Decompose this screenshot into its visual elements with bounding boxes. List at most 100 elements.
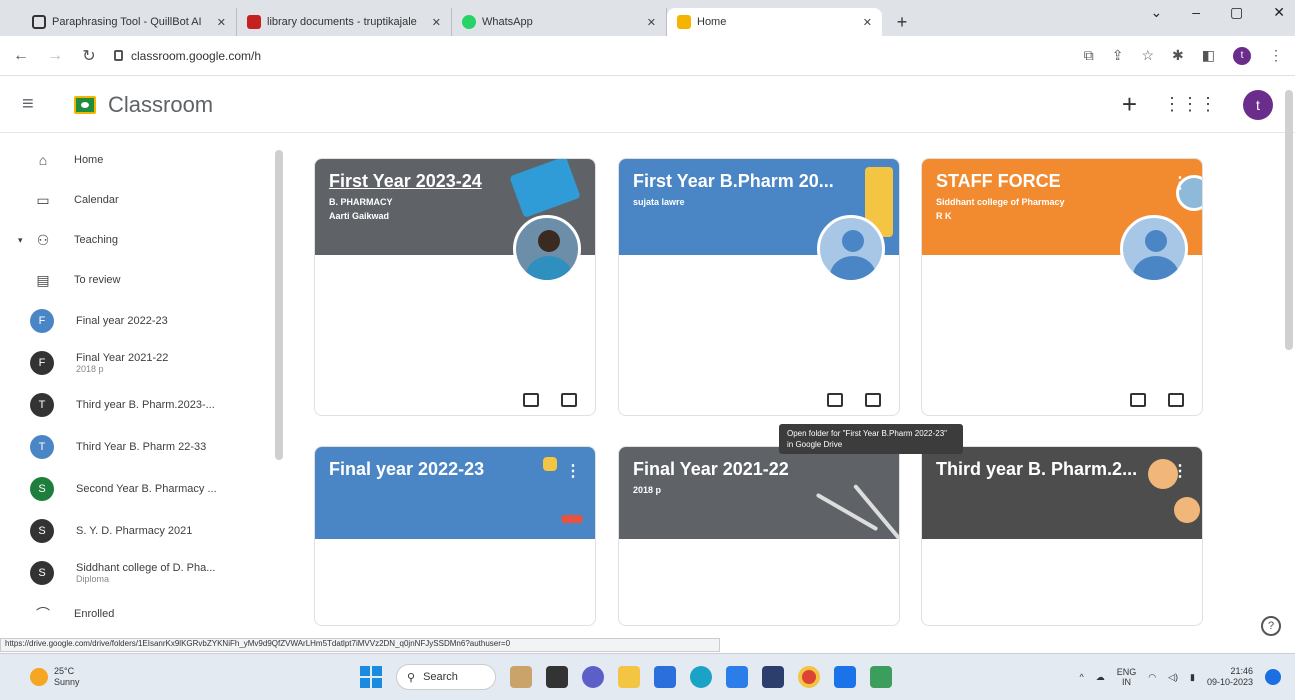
- app-icon[interactable]: [834, 666, 856, 688]
- class-card[interactable]: First Year B.Pharm 20... sujata lawre: [618, 158, 900, 416]
- back-button[interactable]: ←: [12, 47, 30, 65]
- forward-button[interactable]: →: [46, 47, 64, 65]
- sidebar-item-teaching[interactable]: ▾ ⚇ Teaching: [0, 220, 285, 260]
- classroom-header: ≡ Classroom + ⋮⋮⋮ t: [0, 77, 1295, 133]
- class-card[interactable]: Final Year 2021-22 2018 p: [618, 446, 900, 626]
- create-join-class-icon[interactable]: +: [1122, 89, 1137, 120]
- browser-toolbar-icons: ⧉ ⇪ ☆ ✱ ◧ t ⋮: [1084, 46, 1283, 65]
- gradebook-icon[interactable]: [1130, 393, 1146, 407]
- clock-date: 09-10-2023: [1206, 677, 1253, 687]
- photos-icon[interactable]: [762, 666, 784, 688]
- chrome-menu-icon[interactable]: ⋮: [1269, 47, 1283, 64]
- class-initial-avatar: S: [30, 477, 54, 501]
- tab-search-icon[interactable]: ⌄: [1151, 4, 1163, 21]
- show-hidden-icons-icon[interactable]: ^: [1079, 672, 1083, 682]
- new-tab-button[interactable]: +: [888, 8, 916, 36]
- class-card-title[interactable]: STAFF FORCE: [936, 171, 1188, 192]
- task-view-icon[interactable]: [546, 666, 568, 688]
- class-card-banner[interactable]: ⋮ Third year B. Pharm.2...: [922, 447, 1202, 539]
- close-window-button[interactable]: ✕: [1273, 4, 1285, 21]
- browser-tab[interactable]: Paraphrasing Tool - QuillBot AI ✕: [22, 8, 237, 36]
- gradebook-icon[interactable]: [827, 393, 843, 407]
- sidepanel-icon[interactable]: ◧: [1202, 47, 1215, 64]
- reload-button[interactable]: ↻: [80, 46, 98, 66]
- sidebar-class-item[interactable]: T Third Year B. Pharm 22-33: [0, 426, 285, 468]
- class-card-title[interactable]: First Year B.Pharm 20...: [633, 171, 885, 192]
- profile-avatar-small[interactable]: t: [1233, 46, 1251, 65]
- wifi-icon[interactable]: ◠: [1148, 672, 1156, 683]
- store-icon[interactable]: [726, 666, 748, 688]
- battery-icon[interactable]: ▮: [1190, 672, 1195, 683]
- sidebar-item-enrolled[interactable]: ⌒ Enrolled: [0, 594, 285, 634]
- help-icon[interactable]: ?: [1261, 616, 1281, 636]
- class-card[interactable]: ⋮ STAFF FORCE Siddhant college of Pharma…: [921, 158, 1203, 416]
- app-icon[interactable]: [870, 666, 892, 688]
- onedrive-icon[interactable]: ☁: [1096, 672, 1105, 683]
- teams-icon[interactable]: [654, 666, 676, 688]
- file-explorer-icon[interactable]: [618, 666, 640, 688]
- page-scrollbar[interactable]: [1285, 90, 1293, 350]
- clock[interactable]: 21:46 09-10-2023: [1207, 666, 1253, 688]
- main-menu-icon[interactable]: ≡: [22, 93, 44, 116]
- close-tab-icon[interactable]: ✕: [863, 16, 872, 29]
- google-apps-icon[interactable]: ⋮⋮⋮: [1163, 94, 1217, 115]
- sidebar-item-home[interactable]: ⌂ Home: [0, 140, 285, 180]
- drive-folder-tooltip: Open folder for "First Year B.Pharm 2022…: [779, 424, 963, 454]
- class-card-banner[interactable]: Final Year 2021-22 2018 p: [619, 447, 899, 541]
- weather-temp: 25°C: [54, 666, 75, 676]
- gradebook-icon[interactable]: [523, 393, 539, 407]
- more-options-icon[interactable]: ⋮: [1172, 173, 1188, 193]
- sidebar-item-to-review[interactable]: ▤ To review: [0, 260, 285, 300]
- sidebar-class-item[interactable]: S S. Y. D. Pharmacy 2021: [0, 510, 285, 552]
- class-card-section: 2018 p: [633, 485, 662, 495]
- url-field[interactable]: classroom.google.com/h: [114, 42, 1068, 70]
- taskbar-search[interactable]: ⚲ Search: [396, 664, 496, 690]
- share-icon[interactable]: ⇪: [1112, 47, 1124, 64]
- sidebar-class-item[interactable]: F Final Year 2021-22 2018 p: [0, 342, 285, 384]
- sidebar-class-item[interactable]: S Siddhant college of D. Pha... Diploma: [0, 552, 285, 594]
- language-indicator[interactable]: ENG IN: [1117, 667, 1137, 687]
- drive-folder-icon[interactable]: [865, 393, 881, 407]
- drive-folder-icon[interactable]: [1168, 393, 1184, 407]
- close-tab-icon[interactable]: ✕: [217, 16, 226, 29]
- classroom-logo-icon[interactable]: [74, 95, 96, 114]
- maximize-button[interactable]: ▢: [1230, 4, 1243, 21]
- class-card-title[interactable]: Final Year 2021-22: [633, 459, 885, 480]
- account-avatar[interactable]: t: [1243, 89, 1273, 120]
- widgets-app-icon[interactable]: [510, 666, 532, 688]
- more-options-icon[interactable]: ⋮: [1172, 461, 1188, 481]
- chat-app-icon[interactable]: [582, 666, 604, 688]
- people-icon: ⚇: [36, 231, 50, 248]
- browser-tab[interactable]: WhatsApp ✕: [452, 8, 667, 36]
- sidebar-item-calendar[interactable]: ▭ Calendar: [0, 180, 285, 220]
- expand-caret-icon[interactable]: ▾: [18, 235, 23, 246]
- browser-tab[interactable]: library documents - truptikajale ✕: [237, 8, 452, 36]
- extensions-icon[interactable]: ✱: [1172, 47, 1184, 64]
- edge-browser-icon[interactable]: [690, 666, 712, 688]
- sidebar-class-item[interactable]: F Final year 2022-23: [0, 300, 285, 342]
- class-card[interactable]: ⋮ Final year 2022-23: [314, 446, 596, 626]
- class-card[interactable]: First Year 2023-24 B. PHARMACY Aarti Gai…: [314, 158, 596, 416]
- clock-time: 21:46: [1230, 666, 1253, 676]
- drive-folder-icon[interactable]: [561, 393, 577, 407]
- bookmark-star-icon[interactable]: ☆: [1141, 47, 1154, 64]
- banner-illustration: [543, 457, 557, 471]
- weather-widget[interactable]: 25°C Sunny: [0, 666, 280, 688]
- notification-icon[interactable]: [1265, 669, 1281, 685]
- volume-icon[interactable]: ◁): [1168, 672, 1178, 683]
- sidebar-class-item[interactable]: T Third year B. Pharm.2023-...: [0, 384, 285, 426]
- close-tab-icon[interactable]: ✕: [647, 16, 656, 29]
- minimize-button[interactable]: –: [1192, 4, 1200, 21]
- more-options-icon[interactable]: ⋮: [565, 461, 581, 481]
- chrome-icon[interactable]: [798, 666, 820, 688]
- home-icon: ⌂: [38, 152, 48, 168]
- close-tab-icon[interactable]: ✕: [432, 16, 441, 29]
- install-icon[interactable]: ⧉: [1084, 47, 1094, 64]
- class-card-banner[interactable]: ⋮ Final year 2022-23: [315, 447, 595, 539]
- windows-start-icon[interactable]: [360, 666, 382, 688]
- browser-tab-active[interactable]: Home ✕: [667, 8, 882, 36]
- sidebar-class-item[interactable]: S Second Year B. Pharmacy ...: [0, 468, 285, 510]
- app-title[interactable]: Classroom: [108, 92, 213, 118]
- class-card[interactable]: ⋮ Third year B. Pharm.2...: [921, 446, 1203, 626]
- sidebar-scrollbar[interactable]: [275, 150, 283, 460]
